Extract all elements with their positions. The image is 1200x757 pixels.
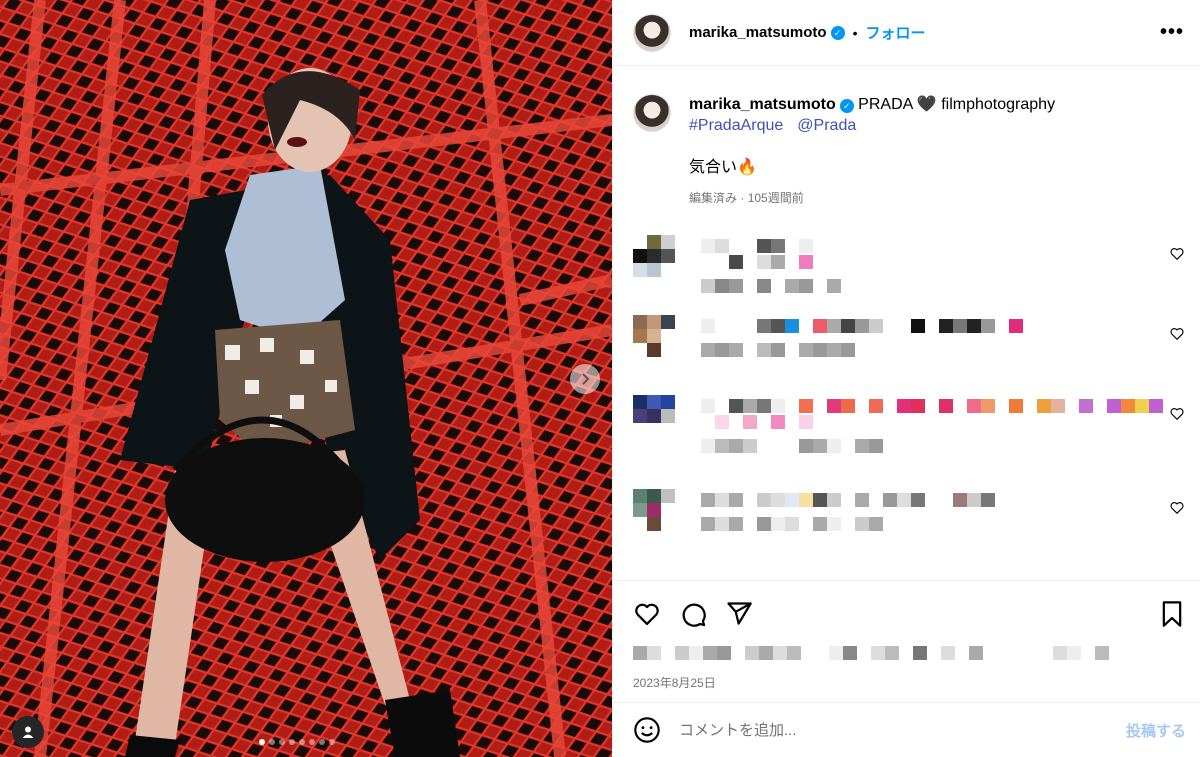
mention-link[interactable]: @Prada (797, 117, 856, 134)
avatar[interactable] (633, 13, 671, 52)
comments-section[interactable]: marika_matsumoto ✓ PRADA 🖤 filmphotograph… (613, 66, 1200, 580)
bookmark-icon[interactable] (1158, 600, 1186, 628)
action-bar (613, 580, 1200, 646)
more-options-icon[interactable]: ••• (1160, 21, 1184, 44)
follow-button[interactable]: フォロー (865, 22, 925, 43)
caption-avatar[interactable] (633, 94, 671, 132)
caption-line: 気合い🔥 (689, 159, 757, 176)
commenter-avatar[interactable] (633, 395, 675, 423)
commenter-avatar[interactable] (633, 235, 675, 277)
carousel-dot (279, 739, 285, 745)
carousel-dot (289, 739, 295, 745)
carousel-dot (309, 739, 315, 745)
caption: marika_matsumoto ✓ PRADA 🖤 filmphotograph… (633, 94, 1184, 209)
comment-icon[interactable] (679, 600, 707, 628)
comment-like-icon[interactable] (1170, 327, 1184, 341)
author-username[interactable]: marika_matsumoto (689, 24, 827, 41)
comment-like-icon[interactable] (1170, 501, 1184, 515)
list-item (633, 235, 1184, 305)
caption-username[interactable]: marika_matsumoto (689, 96, 836, 113)
next-slide-button[interactable] (570, 364, 600, 394)
post-date: 2023年8月25日 (633, 676, 716, 690)
post-media[interactable] (0, 0, 612, 757)
caption-text: PRADA 🖤 filmphotography (858, 96, 1056, 113)
list-item (633, 395, 1184, 485)
post-time: 105週間前 (747, 191, 804, 205)
comment-input[interactable] (679, 721, 1126, 739)
verified-icon: ✓ (839, 99, 854, 113)
person-icon (22, 726, 34, 738)
hashtag-link[interactable]: #PradaArque (689, 117, 783, 134)
list-item (633, 489, 1184, 549)
post-panel: marika_matsumoto ✓ • フォロー ••• marika_mat… (612, 0, 1200, 757)
carousel-dot (259, 739, 265, 745)
separator-dot: • (852, 24, 858, 41)
commenter-avatar[interactable] (633, 489, 675, 531)
tagged-users-button[interactable] (12, 716, 44, 748)
carousel-indicator (259, 739, 335, 745)
carousel-dot (329, 739, 335, 745)
carousel-dot (299, 739, 305, 745)
heart-icon[interactable] (633, 600, 661, 628)
list-item (633, 315, 1184, 385)
post-photo (0, 0, 612, 757)
post-comment-button[interactable]: 投稿する (1126, 720, 1186, 741)
comment-like-icon[interactable] (1170, 247, 1184, 261)
chevron-right-icon (582, 373, 590, 385)
emoji-icon[interactable] (633, 716, 661, 744)
commenter-avatar[interactable] (633, 315, 675, 357)
comment-like-icon[interactable] (1170, 407, 1184, 421)
likes-summary (613, 646, 1200, 668)
add-comment-bar: 投稿する (613, 702, 1200, 757)
edited-label: 編集済み (689, 191, 738, 205)
verified-icon: ✓ (830, 25, 845, 40)
post-header: marika_matsumoto ✓ • フォロー ••• (613, 0, 1200, 66)
caption-meta: 編集済み · 105週間前 (689, 191, 804, 205)
carousel-dot (319, 739, 325, 745)
share-icon[interactable] (725, 600, 753, 628)
carousel-dot (269, 739, 275, 745)
